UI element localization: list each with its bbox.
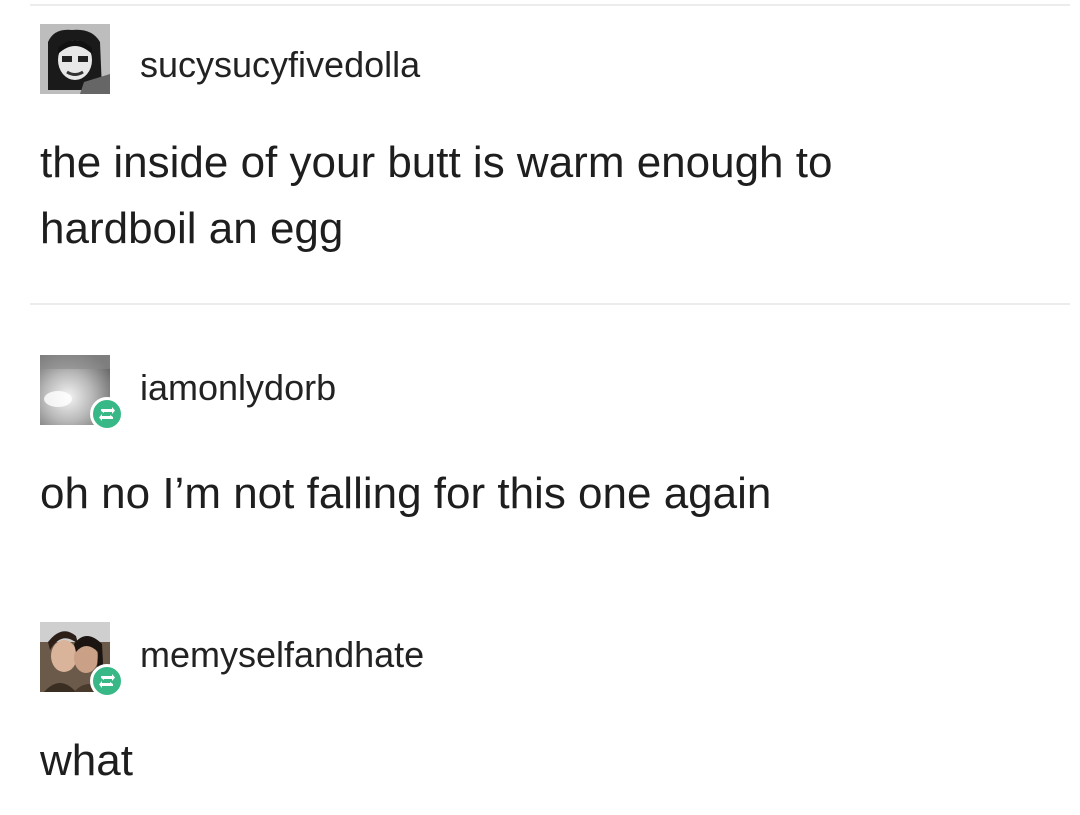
post-text-line: oh no I’m not falling for this one again — [40, 469, 772, 518]
reblog-icon — [90, 664, 124, 698]
post-text-line: the inside of your butt is warm enough t… — [40, 138, 833, 187]
reblog-icon — [90, 397, 124, 431]
post-divider — [30, 303, 1070, 305]
post-text-line: hardboil an egg — [40, 204, 344, 253]
post-text-line: what — [40, 736, 133, 785]
top-divider — [30, 4, 1070, 6]
username[interactable]: sucysucyfivedolla — [140, 44, 420, 86]
username[interactable]: memyselfandhate — [140, 634, 424, 676]
username[interactable]: iamonlydorb — [140, 367, 336, 409]
bw-face-avatar-icon[interactable] — [40, 24, 110, 94]
